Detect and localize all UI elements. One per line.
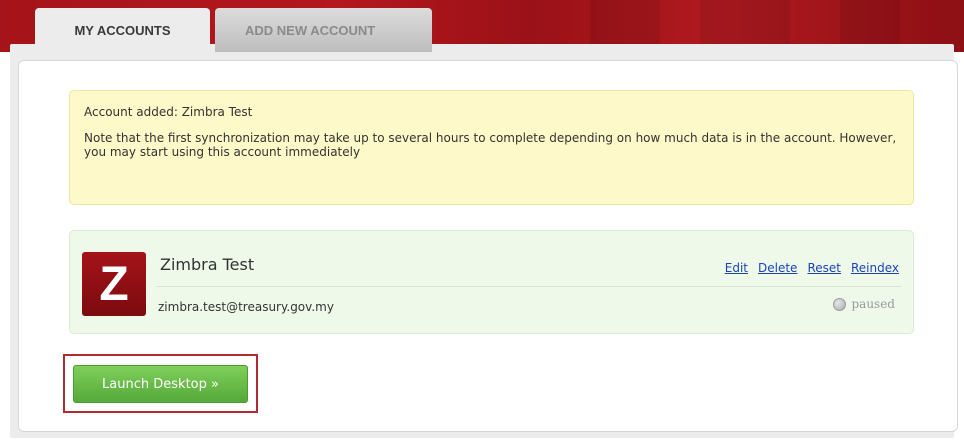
tab-add-new-account[interactable]: ADD NEW ACCOUNT <box>215 8 432 52</box>
account-card: Z Zimbra Test Edit Delete Reset Reindex … <box>69 230 914 334</box>
account-actions: Edit Delete Reset Reindex <box>725 261 899 275</box>
tab-my-accounts[interactable]: MY ACCOUNTS <box>35 8 210 52</box>
logo-letter: Z <box>99 257 129 311</box>
status-label: paused <box>851 297 895 311</box>
reindex-link[interactable]: Reindex <box>851 261 899 275</box>
reset-link[interactable]: Reset <box>807 261 841 275</box>
launch-button-highlight: Launch Desktop » <box>63 354 258 413</box>
notice-body: Note that the first synchronization may … <box>84 131 897 159</box>
account-email: zimbra.test@treasury.gov.my <box>158 300 334 314</box>
account-added-notice: Account added: Zimbra Test Note that the… <box>69 90 914 205</box>
sync-status: paused <box>833 297 895 311</box>
edit-link[interactable]: Edit <box>725 261 748 275</box>
notice-title: Account added: Zimbra Test <box>84 105 253 119</box>
paused-status-icon <box>833 297 847 311</box>
zimbra-logo-icon: Z <box>82 252 146 316</box>
delete-link[interactable]: Delete <box>758 261 797 275</box>
account-name: Zimbra Test <box>160 255 255 274</box>
launch-desktop-button[interactable]: Launch Desktop » <box>73 365 248 403</box>
card-divider <box>156 286 901 287</box>
